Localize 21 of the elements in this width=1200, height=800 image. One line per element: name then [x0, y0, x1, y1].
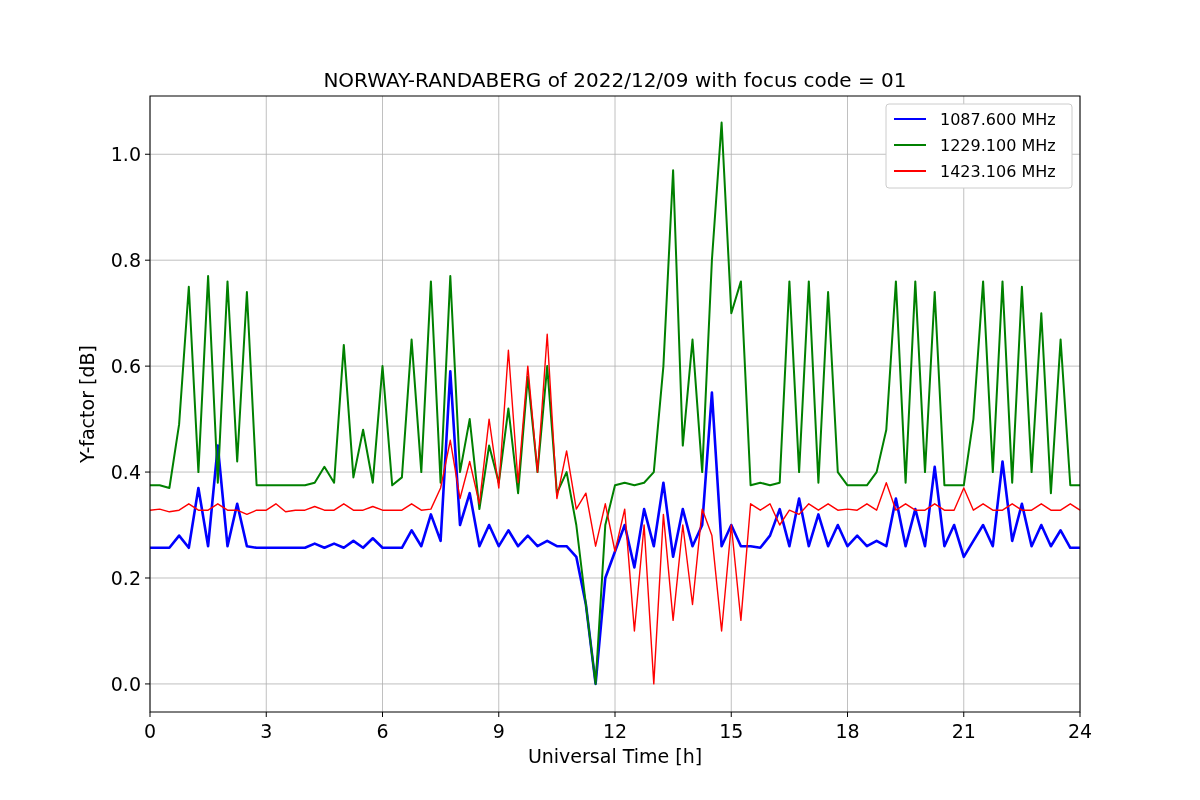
x-tick-label: 0 [143, 720, 157, 742]
x-tick-label: 18 [835, 720, 860, 742]
legend-label: 1423.106 MHz [940, 162, 1056, 181]
x-tick-label: 3 [260, 720, 273, 742]
x-tick-label: 12 [602, 720, 628, 742]
x-tick-label: 24 [1067, 720, 1093, 742]
y-tick-label: 0.0 [110, 672, 141, 695]
y-tick-label: 0.4 [110, 461, 141, 484]
legend-label: 1087.600 MHz [940, 110, 1056, 129]
y-tick-label: 0.6 [110, 355, 141, 378]
x-axis-label: Universal Time [h] [527, 745, 703, 767]
x-tick-label: 21 [951, 720, 976, 742]
legend-label: 1229.100 MHz [940, 136, 1056, 155]
y-tick-label: 0.8 [110, 249, 141, 272]
x-tick-label: 15 [719, 720, 744, 742]
y-axis-label: Y-factor [dB] [76, 345, 98, 463]
x-tick-label: 6 [376, 720, 389, 742]
y-tick-label: 1.0 [110, 143, 141, 166]
y-tick-label: 0.2 [110, 567, 141, 589]
chart-title: NORWAY-RANDABERG of 2022/12/09 with focus code = 01 [323, 68, 907, 92]
x-tick-label: 9 [492, 720, 505, 742]
